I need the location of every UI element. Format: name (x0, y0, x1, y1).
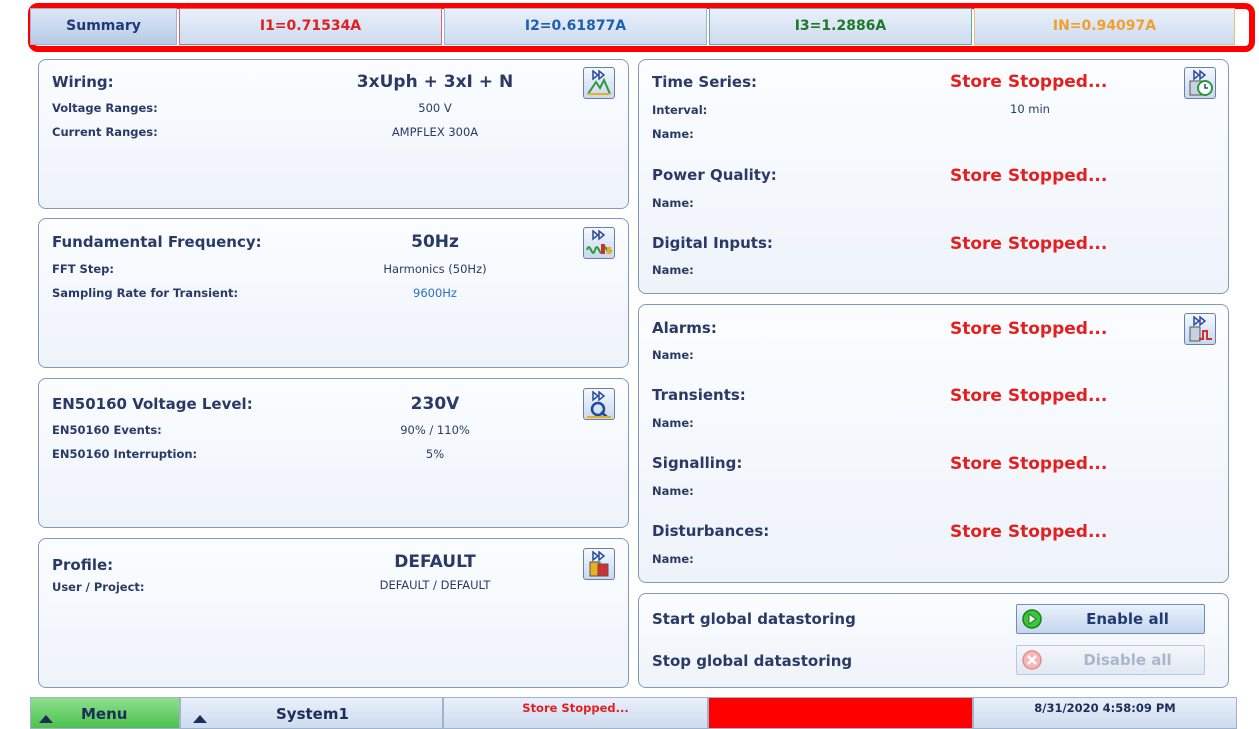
powerquality-title: Power Quality: (652, 166, 777, 184)
transients-status: Store Stopped... (950, 386, 1108, 406)
alarms-name-label: Name: (652, 348, 694, 362)
alarm-indicator (708, 697, 973, 729)
disturbances-title: Disturbances: (652, 522, 770, 540)
timeseries-title: Time Series: (652, 73, 758, 91)
en50160-interruption-value: 5% (425, 447, 445, 461)
transients-title: Transients: (652, 386, 746, 404)
en50160-value: 230V (410, 394, 460, 414)
tab-i2[interactable]: I2=0.61877A (444, 8, 707, 45)
transients-name-label: Name: (652, 416, 694, 430)
arrow-up-icon (39, 708, 53, 727)
interval-value: 10 min (1010, 102, 1050, 116)
en50160-events-label: EN50160 Events: (52, 423, 162, 437)
current-ranges-label: Current Ranges: (52, 125, 158, 139)
profile-settings-icon[interactable] (583, 548, 615, 580)
profile-title: Profile: (52, 556, 114, 574)
profile-value: DEFAULT (394, 552, 476, 572)
alarms-status: Store Stopped... (950, 319, 1108, 339)
cancel-icon (1021, 649, 1043, 671)
sampling-rate-label: Sampling Rate for Transient: (52, 286, 239, 300)
enable-all-button[interactable]: Enable all (1016, 604, 1205, 634)
events-panel (638, 304, 1229, 583)
en50160-events-value: 90% / 110% (400, 423, 470, 437)
signalling-status: Store Stopped... (950, 454, 1108, 474)
start-global-label: Start global datastoring (652, 610, 856, 628)
frequency-title: Fundamental Frequency: (52, 233, 262, 251)
status-field: Store Stopped... (443, 697, 708, 729)
user-project-label: User / Project: (52, 580, 145, 594)
timeseries-name-label: Name: (652, 127, 694, 141)
tab-in[interactable]: IN=0.94097A (974, 8, 1235, 45)
menu-label: Menu (81, 705, 128, 723)
tab-summary[interactable]: Summary (30, 8, 177, 45)
recording-settings-icon[interactable] (1184, 67, 1216, 99)
datetime-field: 8/31/2020 4:58:09 PM (973, 697, 1237, 729)
alarms-title: Alarms: (652, 319, 717, 337)
disturbances-status: Store Stopped... (950, 522, 1108, 542)
timeseries-status: Store Stopped... (950, 72, 1108, 92)
menu-button[interactable]: Menu (30, 697, 180, 729)
datetime-text: 8/31/2020 4:58:09 PM (1034, 701, 1176, 715)
system-label: System1 (276, 705, 349, 723)
voltage-ranges-label: Voltage Ranges: (52, 101, 158, 115)
fft-step-label: FFT Step: (52, 262, 114, 276)
interval-label: Interval: (652, 103, 708, 117)
status-text: Store Stopped... (522, 701, 629, 715)
events-settings-icon[interactable] (1184, 313, 1216, 345)
frequency-value: 50Hz (411, 232, 459, 252)
digital-name-label: Name: (652, 263, 694, 277)
tab-i3[interactable]: I3=1.2886A (709, 8, 972, 45)
sampling-rate-value: 9600Hz (413, 286, 457, 300)
en50160-title: EN50160 Voltage Level: (52, 395, 253, 413)
enable-all-label: Enable all (1086, 610, 1169, 628)
user-project-value: DEFAULT / DEFAULT (379, 578, 491, 592)
wiring-title: Wiring: (52, 73, 114, 91)
signalling-title: Signalling: (652, 454, 743, 472)
voltage-ranges-value: 500 V (418, 101, 452, 115)
system-button[interactable]: System1 (180, 697, 443, 729)
fft-step-value: Harmonics (50Hz) (383, 262, 487, 276)
frequency-settings-icon[interactable] (583, 227, 615, 259)
digital-title: Digital Inputs: (652, 234, 773, 252)
powerquality-status: Store Stopped... (950, 166, 1108, 186)
disable-all-label: Disable all (1083, 651, 1172, 669)
tab-i1[interactable]: I1=0.71534A (179, 8, 442, 45)
wiring-settings-icon[interactable] (583, 67, 615, 99)
digital-status: Store Stopped... (950, 234, 1108, 254)
en50160-interruption-label: EN50160 Interruption: (52, 447, 198, 461)
en50160-settings-icon[interactable] (583, 388, 615, 420)
wiring-value: 3xUph + 3xI + N (356, 72, 514, 92)
disable-all-button[interactable]: Disable all (1016, 645, 1205, 675)
play-icon (1021, 608, 1043, 630)
stop-global-label: Stop global datastoring (652, 652, 853, 670)
disturbances-name-label: Name: (652, 552, 694, 566)
signalling-name-label: Name: (652, 484, 694, 498)
powerquality-name-label: Name: (652, 196, 694, 210)
current-ranges-value: AMPFLEX 300A (391, 125, 479, 139)
arrow-up-icon (193, 708, 207, 727)
